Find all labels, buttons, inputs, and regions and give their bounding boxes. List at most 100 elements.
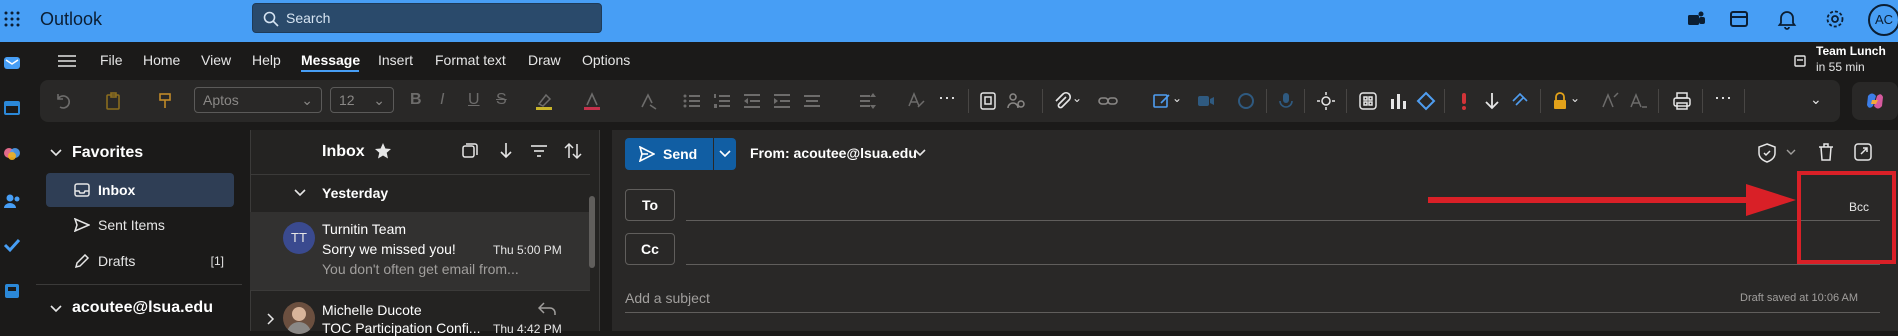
text-predictions-icon[interactable]	[1600, 91, 1620, 111]
italic-icon[interactable]: I	[440, 91, 460, 111]
numbering-icon[interactable]	[712, 91, 732, 111]
chevron-down-icon[interactable]	[50, 148, 62, 158]
settings-gear-icon[interactable]	[1824, 8, 1846, 30]
folder-inbox[interactable]: Inbox	[46, 173, 234, 207]
undo-icon[interactable]	[54, 91, 74, 111]
sensitivity-shield-icon[interactable]	[1758, 143, 1776, 163]
chevron-right-icon[interactable]	[267, 313, 275, 325]
decrease-indent-icon[interactable]	[742, 91, 762, 111]
chevron-down-icon[interactable]	[1786, 149, 1796, 157]
star-favorite-icon[interactable]	[374, 142, 392, 160]
app-title[interactable]: Outlook	[40, 9, 102, 30]
search-box[interactable]: Search	[252, 3, 602, 33]
immersive-reader-brightness-icon[interactable]	[1316, 91, 1336, 111]
scrollbar-thumb[interactable]	[589, 196, 595, 268]
font-family-dropdown[interactable]: Aptos ⌄	[194, 87, 322, 113]
chevron-down-icon[interactable]	[294, 188, 306, 198]
reminder-title[interactable]: Team Lunch	[1816, 44, 1886, 58]
format-painter-icon[interactable]	[156, 91, 176, 111]
styles-icon[interactable]	[906, 91, 926, 111]
sensitivity-icon[interactable]	[1510, 91, 1530, 111]
filter-icon[interactable]	[530, 143, 548, 159]
folder-drafts[interactable]: Drafts [1]	[46, 244, 234, 278]
to-button[interactable]: To	[625, 189, 675, 221]
mail-app-icon[interactable]	[3, 54, 21, 72]
discard-trash-icon[interactable]	[1818, 143, 1834, 161]
attach-file-icon[interactable]	[1052, 91, 1072, 111]
insights-people-icon[interactable]	[1006, 91, 1026, 111]
send-options-button[interactable]	[714, 138, 736, 170]
chevron-down-icon[interactable]	[914, 149, 926, 157]
expand-ribbon-chevron-icon[interactable]: ⌄	[1810, 91, 1830, 111]
menu-insert[interactable]: Insert	[378, 52, 413, 68]
encrypt-lock-icon[interactable]	[1550, 91, 1570, 111]
toolbar-divider	[1540, 89, 1541, 113]
menu-draw[interactable]: Draw	[528, 52, 561, 68]
copilot-button[interactable]	[1852, 82, 1898, 120]
onedrive-app-icon[interactable]	[3, 282, 21, 300]
highlight-icon[interactable]	[534, 91, 554, 111]
more-options-icon[interactable]: ⋯	[938, 89, 958, 111]
people-app-icon[interactable]	[3, 192, 21, 210]
send-button[interactable]: Send	[625, 138, 713, 170]
chevron-down-icon[interactable]: ⌄	[1072, 91, 1092, 111]
dictate-microphone-icon[interactable]	[1276, 91, 1296, 111]
chevron-down-icon[interactable]	[50, 304, 62, 314]
account-name[interactable]: acoutee@lsua.edu	[72, 299, 213, 317]
importance-low-arrow-icon[interactable]	[1482, 91, 1502, 111]
dictate-note-icon[interactable]	[978, 91, 998, 111]
todo-app-icon[interactable]	[3, 236, 21, 254]
menu-home[interactable]: Home	[143, 52, 180, 68]
jump-to-icon[interactable]	[498, 142, 514, 160]
copilot-app-icon[interactable]	[3, 144, 21, 162]
align-icon[interactable]	[802, 91, 822, 111]
menu-format-text[interactable]: Format text	[435, 52, 506, 68]
underline-icon[interactable]: U	[468, 91, 488, 111]
apps-icon[interactable]	[1358, 91, 1378, 111]
chevron-down-icon[interactable]: ⌄	[1570, 91, 1590, 111]
editor-diamond-icon[interactable]	[1416, 91, 1436, 111]
favorites-title[interactable]: Favorites	[72, 144, 143, 162]
loop-component-icon[interactable]	[1236, 91, 1256, 111]
app-launcher-icon[interactable]	[4, 11, 20, 27]
rewrite-icon[interactable]	[1628, 91, 1648, 111]
bold-icon[interactable]: B	[410, 91, 430, 111]
hamburger-menu-icon[interactable]	[58, 54, 76, 68]
subject-input[interactable]: Add a subject	[625, 290, 710, 306]
from-selector[interactable]: From: acoutee@lsua.edu	[750, 145, 917, 161]
cc-button[interactable]: Cc	[625, 233, 675, 265]
my-day-icon[interactable]	[1728, 8, 1750, 30]
paste-icon[interactable]	[104, 91, 124, 111]
line-spacing-icon[interactable]	[858, 91, 878, 111]
pop-out-icon[interactable]	[1854, 143, 1872, 161]
clear-formatting-icon[interactable]	[638, 91, 658, 111]
strikethrough-icon[interactable]: S	[496, 91, 516, 111]
print-icon[interactable]	[1672, 91, 1692, 111]
divider	[36, 284, 242, 285]
importance-high-icon[interactable]	[1454, 91, 1474, 111]
sort-icon[interactable]	[564, 142, 582, 160]
bullets-icon[interactable]	[682, 91, 702, 111]
menu-options[interactable]: Options	[582, 52, 630, 68]
teams-icon[interactable]	[1685, 8, 1707, 30]
chevron-down-icon[interactable]: ⌄	[1172, 91, 1192, 111]
more-options-icon[interactable]: ⋯	[1714, 89, 1734, 111]
menu-view[interactable]: View	[201, 52, 231, 68]
avatar[interactable]: AC	[1868, 4, 1898, 36]
teams-meeting-icon[interactable]	[1196, 91, 1216, 111]
notifications-bell-icon[interactable]	[1776, 8, 1798, 30]
font-color-icon[interactable]	[582, 91, 602, 111]
viva-insights-icon[interactable]	[1388, 91, 1408, 111]
folder-sent-items[interactable]: Sent Items	[46, 208, 234, 242]
signature-icon[interactable]	[1152, 91, 1172, 111]
calendar-app-icon[interactable]	[3, 99, 21, 117]
to-field[interactable]	[686, 220, 1880, 221]
select-icon[interactable]	[462, 143, 478, 159]
menu-help[interactable]: Help	[252, 52, 281, 68]
font-size-dropdown[interactable]: 12 ⌄	[330, 87, 394, 113]
link-icon[interactable]	[1098, 91, 1118, 111]
menu-message[interactable]: Message	[301, 52, 360, 68]
menu-file[interactable]: File	[100, 52, 123, 68]
increase-indent-icon[interactable]	[772, 91, 792, 111]
cc-field[interactable]	[686, 264, 1880, 265]
